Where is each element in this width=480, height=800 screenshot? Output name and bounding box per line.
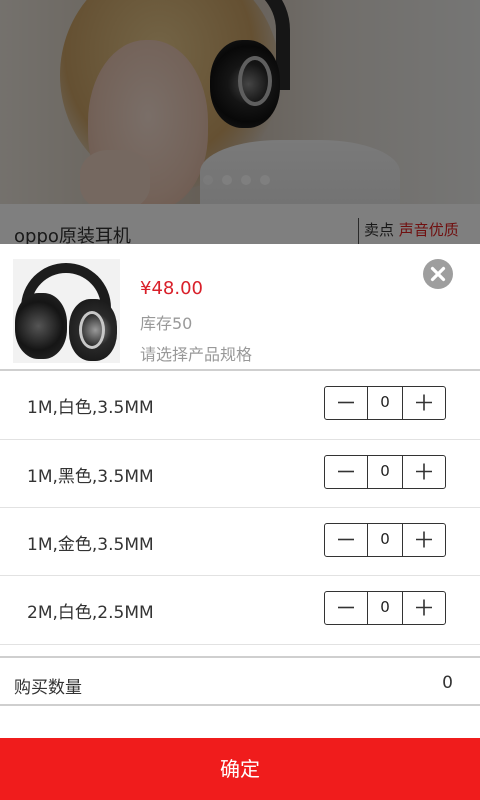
dim-overlay[interactable] [0,0,480,244]
quantity-stepper: 0 [324,523,446,557]
minus-icon [338,401,354,404]
close-icon [430,266,446,282]
minus-icon [338,606,354,609]
close-button[interactable] [423,259,453,289]
quantity-stepper: 0 [324,386,446,420]
divider [0,644,480,645]
stock-count: 库存50 [140,314,193,333]
plus-icon [416,599,432,616]
spec-row: 1M,金色,3.5MM 0 [0,508,480,576]
spec-row: 1M,黑色,3.5MM 0 [0,440,480,508]
divider [0,704,480,706]
spec-row: 2M,白色,2.5MM 0 [0,576,480,644]
plus-icon [416,463,432,480]
decrement-button[interactable] [325,456,367,488]
spec-label: 2M,白色,2.5MM [27,603,154,623]
quantity-value[interactable]: 0 [367,387,403,419]
increment-button[interactable] [403,387,445,419]
decrement-button[interactable] [325,592,367,624]
minus-icon [338,470,354,473]
spec-label: 1M,白色,3.5MM [27,398,154,418]
purchase-quantity-label: 购买数量 [14,678,82,698]
quantity-stepper: 0 [324,591,446,625]
purchase-quantity-value: 0 [442,673,453,693]
spec-row: 1M,白色,3.5MM 0 [0,371,480,439]
product-thumbnail [13,259,120,363]
purchase-quantity-row: 购买数量 0 [0,658,480,706]
spec-selection-sheet: ¥48.00 库存50 请选择产品规格 1M,白色,3.5MM 0 1M,黑色,… [0,244,480,800]
plus-icon [416,531,432,548]
increment-button[interactable] [403,592,445,624]
spec-hint: 请选择产品规格 [140,345,253,364]
decrement-button[interactable] [325,387,367,419]
quantity-value[interactable]: 0 [367,524,403,556]
quantity-value[interactable]: 0 [367,592,403,624]
spec-label: 1M,金色,3.5MM [27,535,154,555]
decrement-button[interactable] [325,524,367,556]
spec-label: 1M,黑色,3.5MM [27,467,154,487]
plus-icon [416,394,432,411]
product-price: ¥48.00 [140,278,203,299]
increment-button[interactable] [403,524,445,556]
confirm-button[interactable]: 确定 [0,738,480,800]
increment-button[interactable] [403,456,445,488]
quantity-stepper: 0 [324,455,446,489]
minus-icon [338,538,354,541]
quantity-value[interactable]: 0 [367,456,403,488]
